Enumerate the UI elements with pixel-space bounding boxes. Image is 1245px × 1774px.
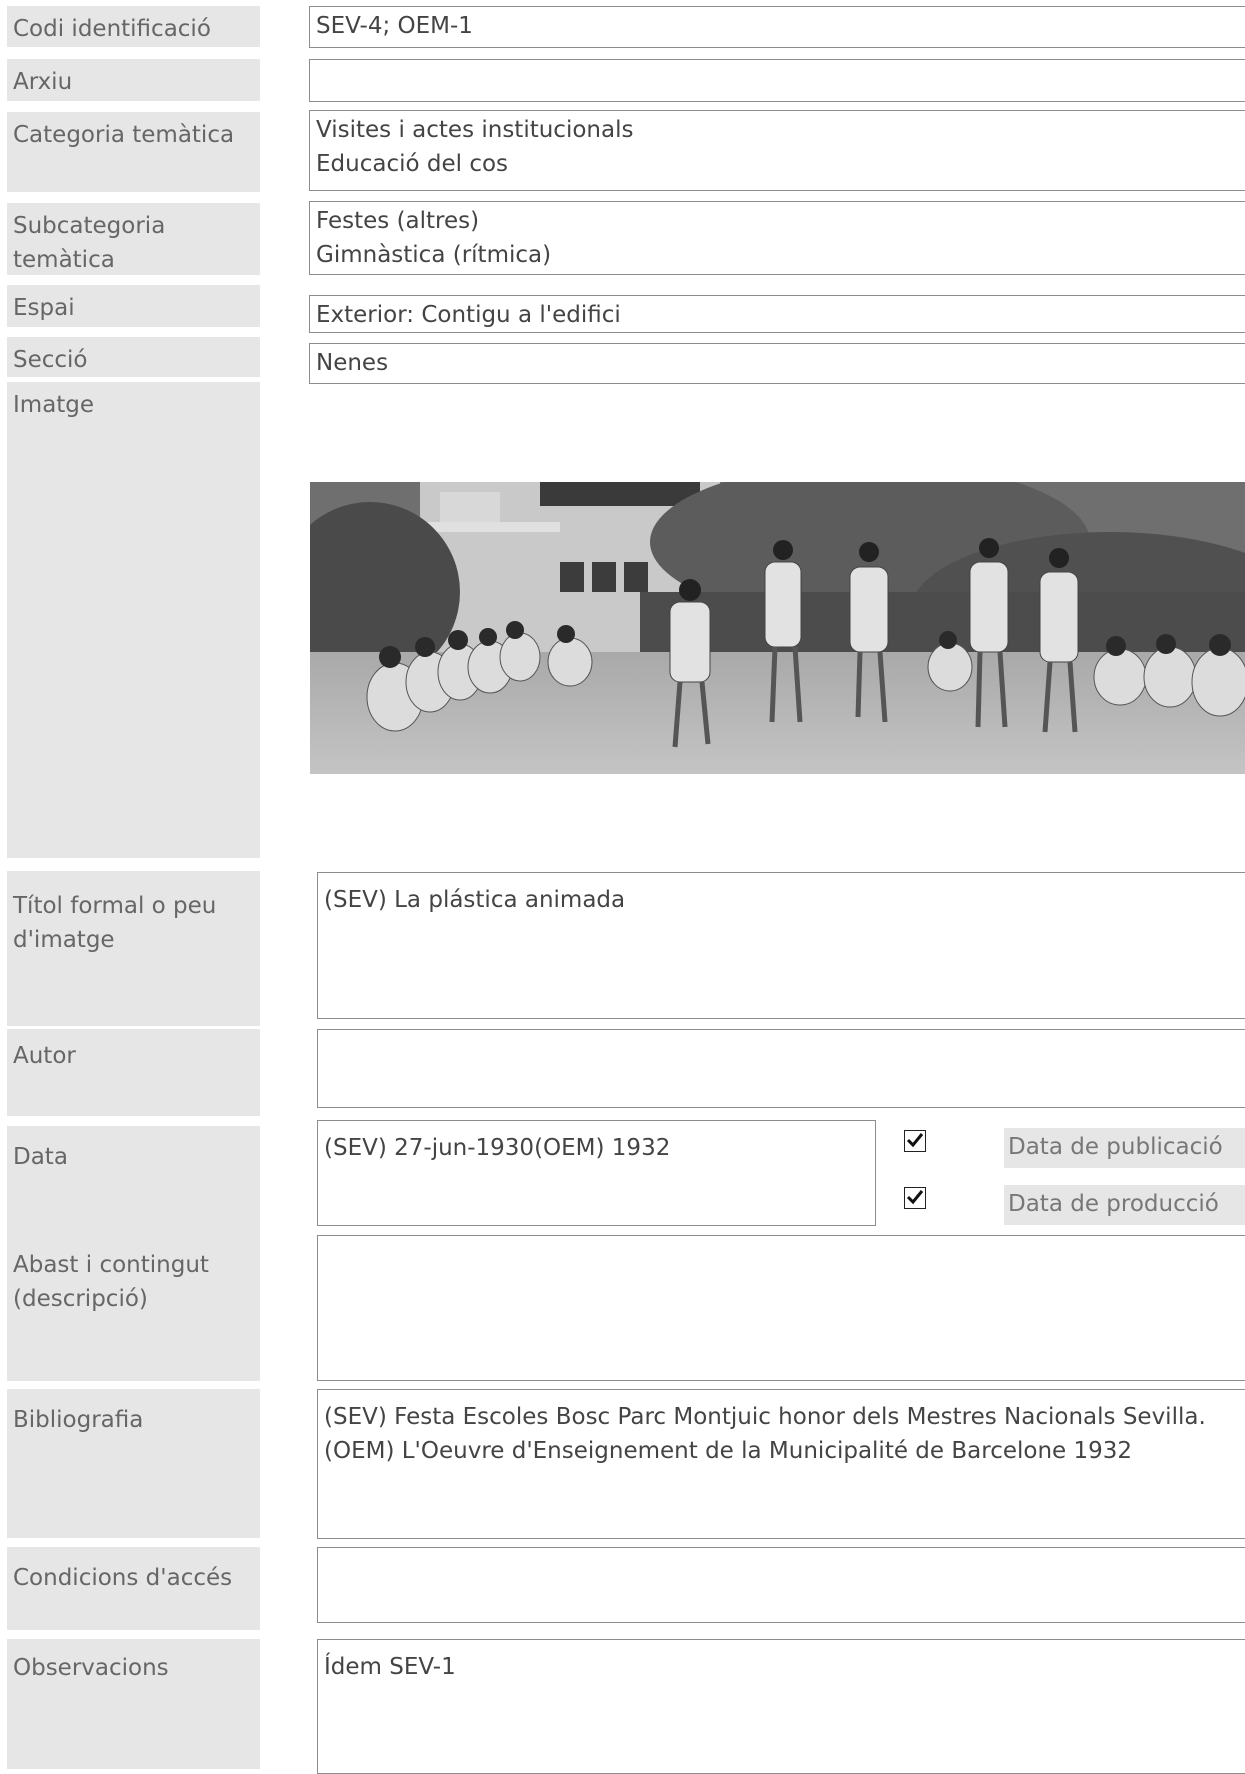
label-categoria: Categoria temàtica [7, 112, 260, 192]
label-condicions: Condicions d'accés [7, 1547, 260, 1630]
bibliografia-field[interactable]: (SEV) Festa Escoles Bosc Parc Montjuic h… [317, 1389, 1245, 1539]
label-subcategoria: Subcategoria temàtica [7, 203, 260, 275]
checkbox-produccio[interactable] [904, 1187, 926, 1209]
checkbox-publicacio[interactable] [904, 1130, 926, 1152]
label-data-publicacio: Data de publicació [1004, 1128, 1245, 1168]
autor-field[interactable] [317, 1029, 1245, 1108]
condicions-field[interactable] [317, 1547, 1245, 1623]
label-espai: Espai [7, 285, 260, 327]
arxiu-field[interactable] [309, 59, 1245, 102]
label-abast: Abast i contingut (descripció) [7, 1236, 260, 1381]
label-imatge: Imatge [7, 382, 260, 858]
data-field[interactable]: (SEV) 27-jun-1930(OEM) 1932 [317, 1120, 876, 1226]
label-codi: Codi identificació [7, 6, 260, 47]
espai-field[interactable]: Exterior: Contigu a l'edifici [309, 295, 1245, 333]
label-arxiu: Arxiu [7, 59, 260, 101]
label-data-produccio: Data de producció [1004, 1185, 1245, 1225]
record-photo [310, 482, 1245, 774]
observacions-field[interactable]: Ídem SEV-1 [317, 1639, 1245, 1774]
label-bibliografia: Bibliografia [7, 1389, 260, 1538]
label-autor: Autor [7, 1029, 260, 1116]
seccio-field[interactable]: Nenes [309, 343, 1245, 384]
label-observacions: Observacions [7, 1639, 260, 1769]
subcategoria-field[interactable]: Festes (altres) Gimnàstica (rítmica) [309, 201, 1245, 275]
abast-field[interactable] [317, 1235, 1245, 1381]
label-titol: Títol formal o peu d'imatge [7, 871, 260, 1026]
check-icon [906, 1133, 924, 1148]
label-seccio: Secció [7, 337, 260, 377]
titol-field[interactable]: (SEV) La plástica animada [317, 872, 1245, 1019]
check-icon [906, 1190, 924, 1205]
categoria-field[interactable]: Visites i actes institucionals Educació … [309, 110, 1245, 191]
codi-field[interactable]: SEV-4; OEM-1 [309, 6, 1245, 48]
